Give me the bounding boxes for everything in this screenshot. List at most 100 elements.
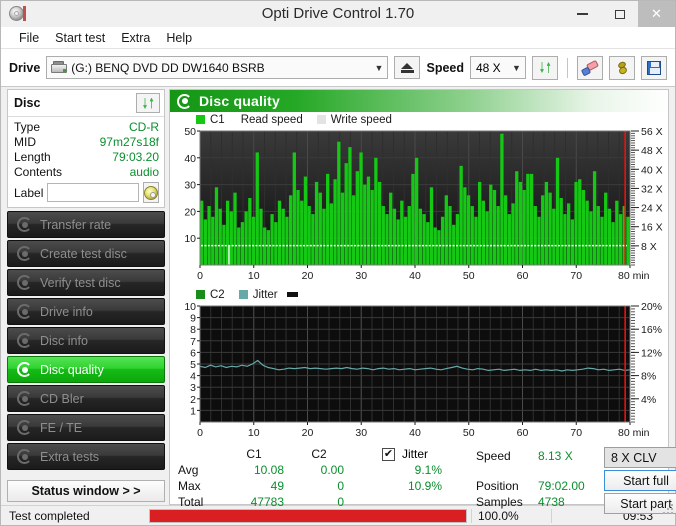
sidebar-item-label: Disc quality — [40, 362, 104, 377]
stats-row-key-max: Max — [178, 479, 201, 493]
svg-text:20: 20 — [302, 270, 314, 282]
stats-avg-c1: 10.08 — [253, 463, 284, 477]
disc-panel-header: Disc — [8, 90, 164, 117]
c1-legend: C1 Read speed Write speed — [170, 112, 668, 127]
disc-icon — [17, 246, 32, 261]
svg-text:1: 1 — [190, 405, 196, 417]
menu-bar: File Start test Extra Help — [1, 27, 675, 49]
start-full-button[interactable]: Start full — [604, 470, 676, 491]
progress-bar — [149, 508, 467, 523]
bug-icon — [615, 60, 630, 75]
title-bar: Opti Drive Control 1.70 ✕ — [1, 1, 675, 27]
disc-row-value: audio — [129, 165, 159, 179]
start-part-button[interactable]: Start part — [604, 493, 676, 514]
svg-text:40: 40 — [409, 270, 421, 282]
maximize-button[interactable] — [601, 1, 638, 27]
speed-select[interactable]: 48 X ▼ — [470, 56, 526, 79]
erase-disc-button[interactable] — [577, 55, 603, 80]
menu-item-help[interactable]: Help — [158, 29, 200, 47]
jitter-checkbox[interactable]: ✔ — [382, 448, 395, 461]
charts-area: C1 Read speed Write speed 10 20 30 40 50 8 X1… — [170, 112, 676, 514]
sidebar-item-label: Disc info — [40, 333, 88, 348]
close-button[interactable]: ✕ — [638, 1, 675, 27]
disc-label-input[interactable] — [47, 183, 139, 202]
svg-text:8 X: 8 X — [641, 241, 657, 253]
c2-plot[interactable]: 1 2 3 4 5 6 7 8 9 10 4% 8% 12% 16% 20% 0 10 20 30 40 50 60 70 8… — [170, 302, 668, 444]
sidebar-item-verify-test-disc[interactable]: Verify test disc — [7, 269, 165, 296]
disc-icon — [17, 217, 32, 232]
content-panel: Disc quality C1 Read speed Write speed 1… — [169, 89, 676, 514]
disc-panel-title: Disc — [14, 96, 41, 110]
sidebar-item-disc-quality[interactable]: Disc quality — [7, 356, 165, 383]
disc-row-key: Contents — [14, 165, 63, 179]
legend-label-c2: C2 — [210, 288, 225, 301]
svg-text:70: 70 — [570, 270, 582, 282]
svg-text:80 min: 80 min — [618, 427, 650, 439]
progress-bar-fill — [150, 509, 466, 522]
svg-text:50: 50 — [463, 427, 475, 439]
chevron-down-icon: ▼ — [374, 62, 384, 73]
legend-label-jitter: Jitter — [252, 288, 278, 301]
disc-row-key: Type — [14, 120, 41, 134]
save-icon — [647, 60, 661, 75]
svg-text:40 X: 40 X — [641, 164, 663, 176]
drive-label: Drive — [9, 60, 41, 75]
sidebar-item-label: Transfer rate — [40, 217, 112, 232]
disc-icon — [17, 333, 32, 348]
svg-text:30: 30 — [355, 427, 367, 439]
disc-label-key: Label — [14, 185, 44, 200]
menu-item-extra[interactable]: Extra — [113, 29, 158, 47]
minimize-button[interactable] — [564, 1, 601, 27]
svg-text:5: 5 — [190, 359, 196, 371]
save-button[interactable] — [641, 55, 667, 80]
stats-header-c1: C1 — [246, 447, 262, 461]
legend-label-c1: C1 — [210, 113, 225, 126]
sidebar-item-extra-tests[interactable]: Extra tests — [7, 443, 165, 470]
write-strategy-select[interactable]: 8 X CLV ▼ — [604, 447, 676, 468]
stats-avg-jitter: 9.1% — [414, 463, 442, 477]
c1-plot-svg[interactable]: 10 20 30 40 50 8 X 16 X 24 X 32 X 40 X 48 X 56 X 0 10… — [170, 127, 670, 287]
menu-item-file[interactable]: File — [11, 29, 47, 47]
c1-plot[interactable]: 10 20 30 40 50 8 X 16 X 24 X 32 X 40 X 48 X 56 X 0 10… — [170, 127, 668, 287]
main-area: Disc Type CD-R MID 97m27s18f Length 79:0… — [1, 87, 676, 514]
sidebar: Disc Type CD-R MID 97m27s18f Length 79:0… — [1, 87, 169, 505]
disc-row-value: 79:03.20 — [112, 150, 159, 164]
sidebar-item-label: Drive info — [40, 304, 93, 319]
bug-button[interactable] — [609, 55, 635, 80]
svg-text:20: 20 — [184, 206, 196, 218]
sidebar-item-disc-info[interactable]: Disc info — [7, 327, 165, 354]
svg-text:4: 4 — [190, 371, 196, 383]
disc-icon — [17, 391, 32, 406]
c2-plot-svg[interactable]: 123456789104%8%12%16%20%0 10 20 30 40 50 60 70 8… — [170, 302, 670, 444]
svg-text:0: 0 — [197, 270, 203, 282]
svg-text:40: 40 — [184, 153, 196, 165]
disc-refresh-button[interactable] — [136, 93, 160, 113]
refresh-button[interactable] — [532, 55, 558, 80]
stats-row-key-total: Total — [178, 495, 204, 509]
svg-text:48 X: 48 X — [641, 145, 663, 157]
disc-icon — [17, 449, 32, 464]
optical-drive-icon — [51, 61, 68, 74]
sidebar-item-cd-bler[interactable]: CD Bler — [7, 385, 165, 412]
disc-quality-icon — [177, 93, 192, 109]
refresh-icon — [538, 60, 553, 75]
drive-select[interactable]: (G:) BENQ DVD DD DW1640 BSRB ▼ — [46, 56, 389, 79]
menu-item-start-test[interactable]: Start test — [47, 29, 113, 47]
svg-text:40: 40 — [409, 427, 421, 439]
eject-button[interactable] — [394, 56, 421, 79]
sidebar-item-create-test-disc[interactable]: Create test disc — [7, 240, 165, 267]
sidebar-item-label: Create test disc — [40, 246, 127, 261]
disc-row-key: Length — [14, 150, 51, 164]
sidebar-item-drive-info[interactable]: Drive info — [7, 298, 165, 325]
stats-max-jitter: 10.9% — [407, 479, 442, 493]
svg-text:20%: 20% — [641, 302, 662, 313]
c2-chart-block: C2 Jitter 1 2 3 4 5 6 7 8 9 10 4% 8% 12% 16% 20% 0 10 20 3… — [170, 287, 668, 444]
sidebar-item-fe-te[interactable]: FE / TE — [7, 414, 165, 441]
svg-text:12%: 12% — [641, 347, 662, 359]
status-message: Test completed — [9, 508, 90, 523]
disc-label-button[interactable] — [143, 182, 159, 203]
position-value: 79:02.00 — [538, 479, 585, 493]
sidebar-item-transfer-rate[interactable]: Transfer rate — [7, 211, 165, 238]
chevron-down-icon: ▼ — [512, 62, 521, 73]
status-window-button[interactable]: Status window > > — [7, 480, 165, 502]
